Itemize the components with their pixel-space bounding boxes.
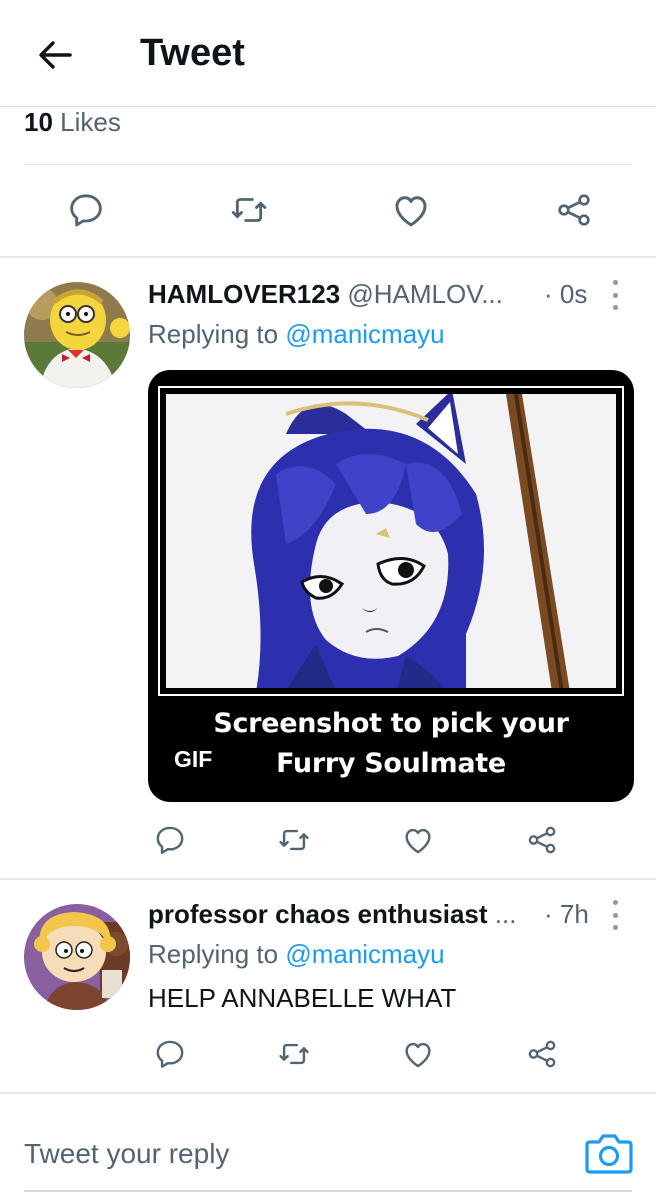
more-options-icon[interactable]: [610, 280, 620, 310]
top-bar: Tweet: [0, 0, 656, 106]
gif-caption-line-2: Furry Soulmate: [276, 748, 506, 779]
share-icon: [525, 1037, 559, 1071]
anime-fox-character-image: [166, 394, 616, 688]
mention-link[interactable]: @manicmayu: [285, 319, 444, 349]
camera-button[interactable]: [584, 1130, 634, 1176]
gif-media[interactable]: Screenshot to pick your Furry Soulmate G…: [148, 370, 634, 802]
likes-divider: [24, 164, 632, 165]
like-icon: [401, 1037, 435, 1071]
retweet-button[interactable]: [227, 188, 271, 232]
gif-image: [166, 394, 616, 688]
tweet-divider: [0, 878, 656, 880]
share-button[interactable]: [552, 188, 596, 232]
like-icon: [401, 823, 435, 857]
reply-button[interactable]: [148, 818, 192, 862]
reply-input[interactable]: [24, 1132, 564, 1176]
replying-to: Replying to @manicmayu: [148, 318, 445, 350]
avatar[interactable]: [24, 904, 130, 1010]
reply-button[interactable]: [148, 1032, 192, 1076]
share-button[interactable]: [520, 818, 564, 862]
gif-caption-line-1: Screenshot to pick your: [213, 708, 569, 739]
likes-summary[interactable]: 10 Likes: [24, 106, 121, 138]
main-tweet-actions: [64, 188, 596, 232]
cartoon-avatar-image: [24, 904, 130, 1010]
replying-to-label: Replying to: [148, 939, 279, 969]
section-divider: [0, 256, 656, 258]
share-icon: [525, 823, 559, 857]
reply-composer: [0, 1104, 656, 1200]
mention-link[interactable]: @manicmayu: [285, 939, 444, 969]
back-button[interactable]: [30, 30, 80, 80]
camera-icon: [585, 1134, 633, 1174]
share-button[interactable]: [520, 1032, 564, 1076]
gif-badge: GIF: [174, 746, 213, 772]
user-handle[interactable]: ...: [495, 899, 517, 929]
retweet-icon: [277, 1037, 311, 1071]
tweet-time: · 7h: [544, 899, 589, 929]
cartoon-avatar-image: [24, 282, 130, 388]
like-button[interactable]: [396, 818, 440, 862]
reply-button[interactable]: [64, 188, 108, 232]
retweet-button[interactable]: [272, 1032, 316, 1076]
arrow-left-icon: [39, 41, 72, 69]
reply-icon: [153, 1037, 187, 1071]
tweet-header: HAMLOVER123 @HAMLOV...: [148, 278, 503, 310]
share-icon: [554, 190, 594, 230]
tweet-actions: [148, 818, 564, 862]
reply-icon: [153, 823, 187, 857]
reply-icon: [66, 190, 106, 230]
user-handle[interactable]: @HAMLOV...: [347, 279, 502, 309]
tweet-header: professor chaos enthusiast ...: [148, 898, 516, 930]
tweet-text: HELP ANNABELLE WHAT: [148, 983, 457, 1013]
more-options-icon[interactable]: [610, 900, 620, 930]
page-title: Tweet: [140, 32, 245, 74]
avatar[interactable]: [24, 282, 130, 388]
like-button[interactable]: [396, 1032, 440, 1076]
likes-label: Likes: [60, 107, 121, 137]
retweet-button[interactable]: [272, 818, 316, 862]
tweet-divider: [0, 1092, 656, 1094]
reply-underline: [24, 1190, 632, 1192]
display-name[interactable]: professor chaos enthusiast: [148, 899, 488, 929]
replying-to-label: Replying to: [148, 319, 279, 349]
gif-frame: [158, 386, 624, 696]
tweet-actions: [148, 1032, 564, 1076]
likes-count: 10: [24, 107, 53, 137]
like-icon: [390, 189, 432, 231]
retweet-icon: [277, 823, 311, 857]
like-button[interactable]: [389, 188, 433, 232]
display-name[interactable]: HAMLOVER123: [148, 279, 340, 309]
replying-to: Replying to @manicmayu: [148, 938, 445, 970]
retweet-icon: [229, 190, 269, 230]
tweet-time: · 0s: [544, 279, 588, 309]
